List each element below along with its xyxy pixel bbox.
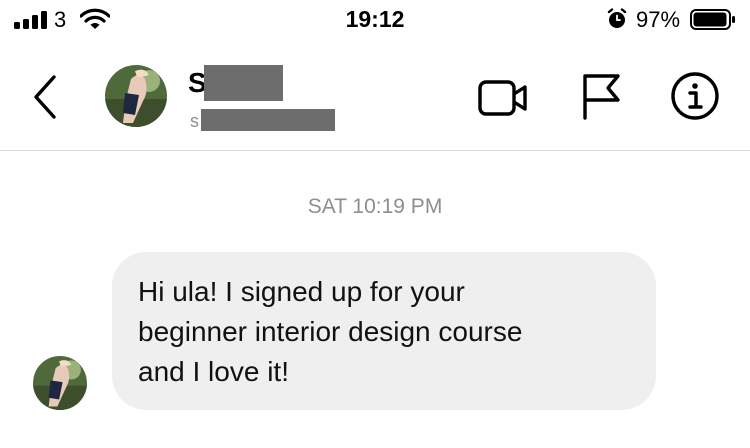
sender-avatar[interactable] xyxy=(33,356,87,410)
battery-percent: 97% xyxy=(636,7,681,32)
chat-header: S s xyxy=(0,52,750,151)
redaction-block xyxy=(204,65,283,101)
message-line: Hi ula! I signed up for your xyxy=(138,276,465,307)
info-button[interactable] xyxy=(670,71,720,121)
alarm-icon xyxy=(606,8,628,30)
video-camera-icon xyxy=(478,80,527,116)
back-button[interactable] xyxy=(28,73,64,121)
message-timestamp: SAT 10:19 PM xyxy=(307,195,443,218)
message-line: and I love it! xyxy=(138,356,289,387)
message-bubble[interactable]: Hi ula! I signed up for your beginner in… xyxy=(112,252,656,410)
contact-username: s xyxy=(190,111,199,131)
back-chevron-icon xyxy=(34,75,56,119)
video-call-button[interactable] xyxy=(478,76,530,120)
contact-avatar[interactable] xyxy=(105,65,167,127)
message-line: beginner interior design course xyxy=(138,316,523,347)
redaction-block xyxy=(201,109,335,131)
flag-icon xyxy=(583,74,620,120)
battery-icon xyxy=(690,9,736,30)
header-divider xyxy=(0,150,750,151)
info-icon xyxy=(671,72,719,120)
report-button[interactable] xyxy=(580,72,622,120)
status-bar: 3 19:12 97% xyxy=(0,0,750,40)
